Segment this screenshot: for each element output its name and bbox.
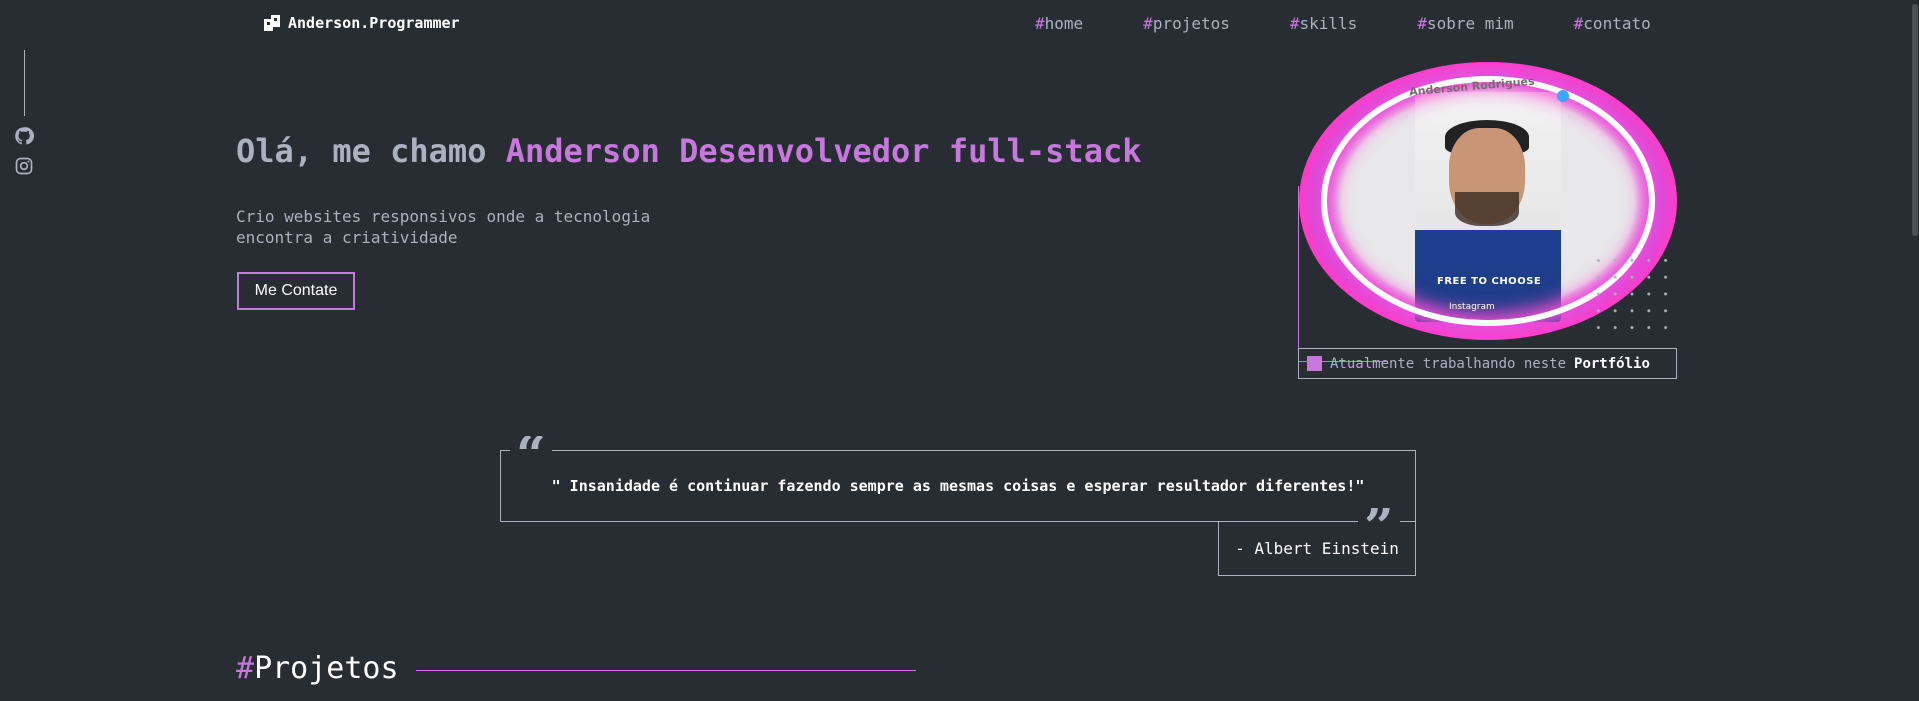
nav-label: home [1044, 14, 1084, 33]
instagram-icon[interactable] [14, 156, 34, 176]
photo-bottom-text: Instagram [1449, 302, 1495, 312]
nav-hash: # [1417, 14, 1427, 33]
status-prefix: Atualmente trabalhando neste [1330, 355, 1567, 372]
hero-title: Olá, me chamo Anderson Desenvolvedor ful… [236, 132, 1141, 170]
hero-title-highlight: Anderson Desenvolvedor full-stack [505, 132, 1142, 170]
scrollbar-thumb[interactable] [1912, 4, 1918, 236]
github-icon[interactable] [14, 126, 34, 146]
nav-hash: # [1573, 14, 1584, 33]
section-divider [416, 670, 916, 671]
logo-text: Anderson.Programmer [288, 14, 460, 32]
hero-subtitle: Crio websites responsivos onde a tecnolo… [236, 207, 651, 247]
hero-title-prefix: Olá, me chamo [236, 132, 506, 170]
nav-label: skills [1299, 14, 1358, 33]
dots-decoration [1590, 252, 1674, 336]
quote-text: " Insanidade é continuar fazendo sempre … [551, 477, 1365, 495]
contact-button[interactable]: Me Contate [237, 272, 355, 310]
status-project: Portfólio [1574, 355, 1650, 372]
nav-skills[interactable]: #skills [1290, 14, 1357, 33]
logo[interactable]: Anderson.Programmer [264, 14, 460, 32]
nav-label: contato [1583, 14, 1651, 33]
section-title-text: Projetos [254, 651, 399, 686]
section-hash: # [236, 651, 255, 686]
nav-hash: # [1035, 14, 1045, 33]
nav-label: projetos [1152, 14, 1230, 33]
nav-sobre-mim[interactable]: #sobre mim [1417, 14, 1513, 33]
nav-projetos[interactable]: #projetos [1143, 14, 1230, 33]
quote-close-icon: ” [1358, 508, 1400, 536]
nav-contato[interactable]: #contato [1574, 14, 1651, 33]
section-title-projetos: #Projetos [236, 651, 399, 686]
top-header: Anderson.Programmer #home #projetos #ski… [0, 0, 1919, 48]
logo-icon [264, 15, 280, 31]
nav-home[interactable]: #home [1035, 14, 1083, 33]
nav-hash: # [1143, 14, 1153, 33]
quote-box: " Insanidade é continuar fazendo sempre … [500, 450, 1416, 522]
quote-author-text: - Albert Einstein [1235, 539, 1399, 558]
nav-label: sobre mim [1426, 14, 1514, 33]
status-badge: Atualmente trabalhando neste Portfólio [1298, 348, 1677, 379]
status-square-icon [1307, 356, 1322, 371]
main-nav: #home #projetos #skills #sobre mim #cont… [1035, 14, 1711, 33]
rail-divider [24, 50, 25, 116]
portrait: FREE TO CHOOSE Anderson Rodrigues Instag… [1298, 62, 1678, 362]
social-rail [14, 50, 34, 176]
quote-open-icon: “ [510, 436, 552, 464]
verified-icon [1557, 90, 1569, 102]
nav-hash: # [1289, 14, 1300, 33]
scrollbar[interactable] [1911, 0, 1919, 701]
